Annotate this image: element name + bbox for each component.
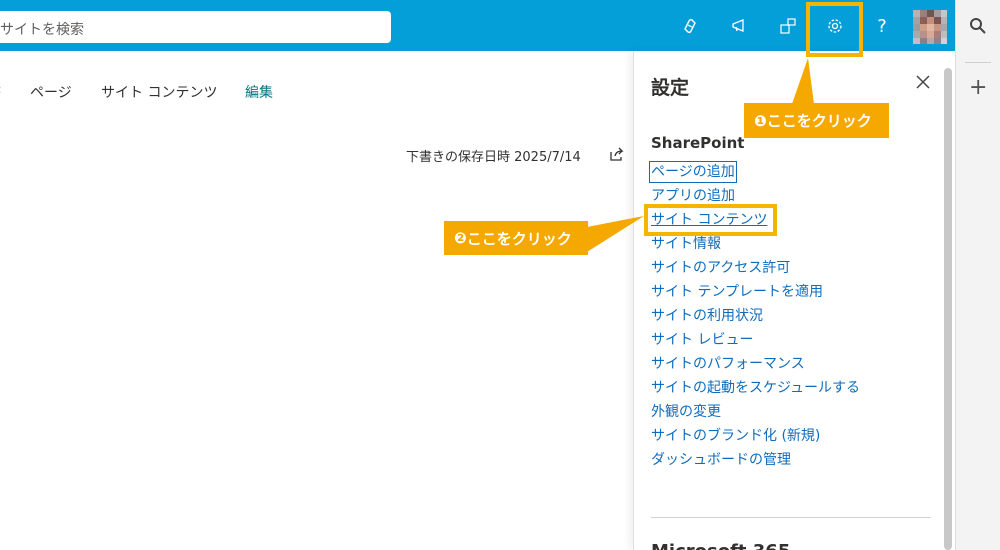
sharepoint-page: サイトを検索 ? + ‹ ページ サイト コンテンツ 編集 下書きの保存日 [0, 0, 1000, 550]
callout-1-text: ここをクリック [766, 112, 872, 130]
callout-1: ❶ ここをクリック [744, 103, 889, 138]
callout-2: ❷ ここをクリック [444, 221, 588, 255]
callout-pointers [587, 58, 814, 252]
callout-2-pointer [587, 216, 644, 252]
callout-1-pointer [792, 58, 814, 104]
callout-1-number: ❶ [754, 111, 767, 130]
callout-2-number: ❷ [454, 229, 467, 247]
callout-2-text: ここをクリック [466, 229, 572, 248]
